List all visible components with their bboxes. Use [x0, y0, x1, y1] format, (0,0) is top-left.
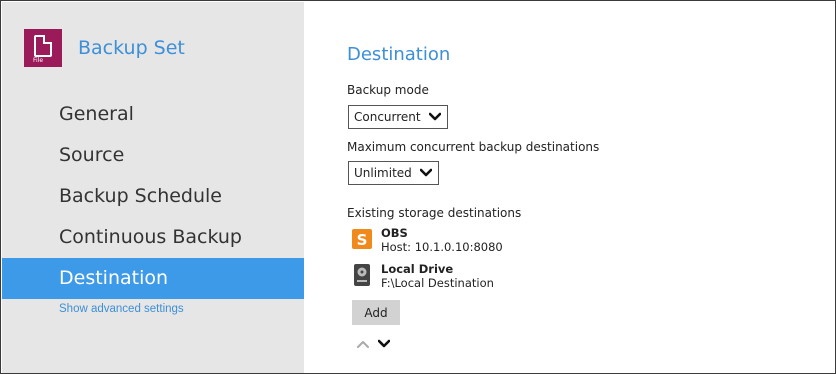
window-frame: File Backup Set General Source Backup Sc…	[0, 0, 836, 374]
sidebar-item-backup-schedule[interactable]: Backup Schedule	[2, 176, 304, 217]
backup-mode-select[interactable]: Concurrent	[348, 105, 448, 129]
local-drive-icon	[354, 264, 370, 286]
destination-name: OBS	[381, 226, 408, 240]
app-title: Backup Set	[78, 37, 185, 59]
sidebar-nav: General Source Backup Schedule Continuou…	[2, 94, 304, 299]
chevron-down-icon	[428, 112, 441, 121]
max-destinations-value: Unlimited	[354, 166, 412, 180]
app-header: File Backup Set	[24, 29, 185, 67]
sidebar-item-source[interactable]: Source	[2, 135, 304, 176]
main-panel: Destination Backup mode Concurrent Maxim…	[347, 1, 827, 373]
page-title: Destination	[347, 44, 451, 65]
sidebar-item-continuous-backup[interactable]: Continuous Backup	[2, 217, 304, 258]
chevron-up-icon[interactable]	[357, 339, 369, 349]
reorder-controls	[357, 339, 399, 349]
backup-mode-value: Concurrent	[354, 110, 421, 124]
svg-text:S: S	[357, 231, 368, 249]
sidebar-item-general[interactable]: General	[2, 94, 304, 135]
backup-mode-label: Backup mode	[347, 83, 429, 97]
destination-name: Local Drive	[381, 262, 454, 276]
file-backup-set-icon: File	[24, 29, 62, 67]
app-icon-tag: File	[33, 57, 44, 64]
chevron-down-icon[interactable]	[378, 339, 390, 349]
add-destination-button[interactable]: Add	[352, 300, 400, 325]
obs-icon: S	[352, 229, 372, 249]
max-destinations-label: Maximum concurrent backup destinations	[347, 140, 600, 154]
sidebar: File Backup Set General Source Backup Sc…	[2, 2, 304, 373]
destination-item-local-drive[interactable]: Local Drive F:\Local Destination	[352, 263, 494, 290]
destination-detail: F:\Local Destination	[381, 276, 494, 290]
existing-destinations-label: Existing storage destinations	[347, 206, 522, 220]
sidebar-item-destination[interactable]: Destination	[2, 258, 304, 299]
chevron-down-icon	[419, 168, 432, 177]
destination-detail: Host: 10.1.0.10:8080	[381, 240, 503, 254]
show-advanced-settings-link[interactable]: Show advanced settings	[59, 303, 184, 315]
destination-item-obs[interactable]: S OBS Host: 10.1.0.10:8080	[352, 227, 503, 254]
max-destinations-select[interactable]: Unlimited	[348, 161, 439, 185]
